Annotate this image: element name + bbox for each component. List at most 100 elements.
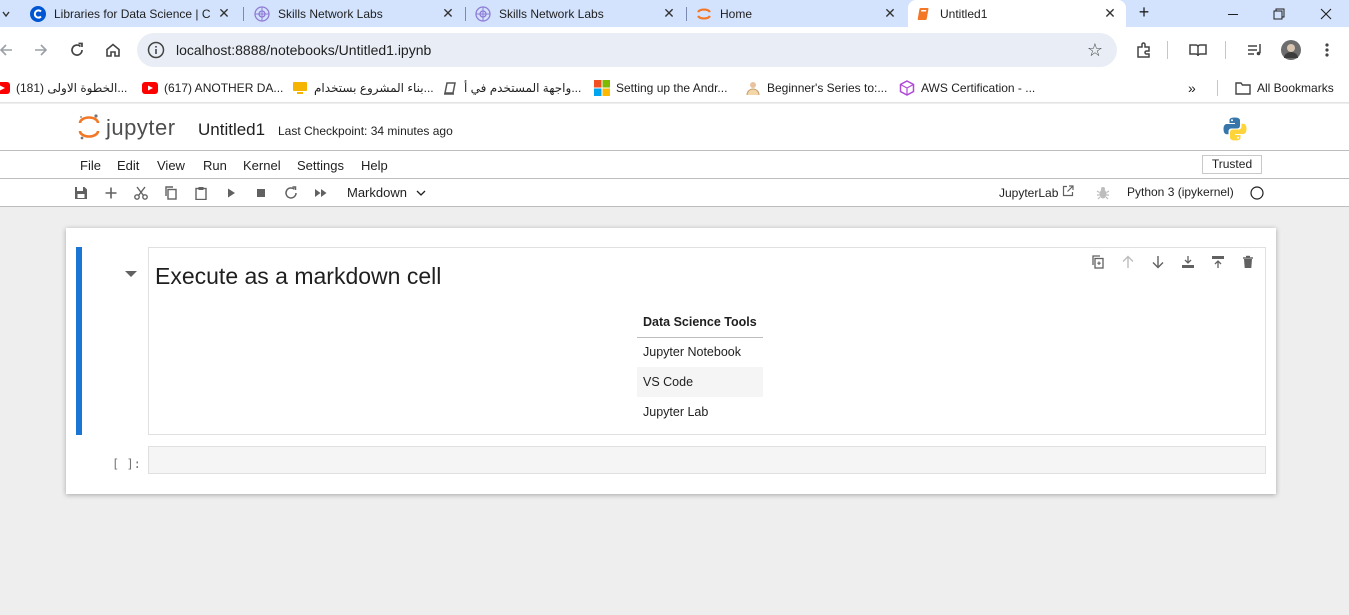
bookmark-item[interactable]: بناء المشروع بستخدام... [292,79,434,97]
bookmark-item[interactable]: Setting up the Andr... [594,79,727,97]
tab-close-icon[interactable]: ✕ [880,5,900,22]
tab-title: Skills Network Labs [499,6,604,21]
tab-close-icon[interactable]: ✕ [659,5,679,22]
table-header: Data Science Tools [637,308,763,338]
menu-settings[interactable]: Settings [297,158,344,173]
toolbar-divider [1225,41,1226,59]
last-checkpoint: Last Checkpoint: 34 minutes ago [278,124,453,138]
tab-search-chevron-icon[interactable] [0,0,12,27]
move-down-icon[interactable] [1149,254,1167,270]
table-row: Jupyter Notebook [637,337,763,367]
menu-kernel[interactable]: Kernel [243,158,281,173]
restore-icon[interactable] [1256,0,1302,27]
bookmark-item[interactable]: AWS Certification - ... [899,79,1035,97]
bookmark-item[interactable]: (181) الخطوة الاولى... [0,79,127,97]
active-cell-indicator[interactable] [76,247,82,435]
trusted-indicator[interactable]: Trusted [1202,155,1262,174]
browser-tab-4[interactable]: Home ✕ [688,0,906,27]
bookmark-item[interactable]: (617) ANOTHER DA... [142,79,283,97]
bookmark-label: Beginner's Series to:... [767,81,888,95]
bookmark-star-icon[interactable]: ☆ [1087,40,1103,61]
bookmark-item[interactable]: Beginner's Series to:... [745,79,887,97]
jupyter-page: jupyter Untitled1 Last Checkpoint: 34 mi… [0,104,1349,615]
microsoft-icon [594,80,610,96]
jupyter-logo[interactable]: jupyter [78,113,176,142]
reload-icon[interactable] [65,38,89,62]
all-bookmarks-label: All Bookmarks [1257,81,1334,95]
skills-network-icon [254,5,270,22]
tab-divider [465,7,466,21]
move-up-icon[interactable] [1119,254,1137,270]
bookmark-label: AWS Certification - ... [921,81,1036,95]
insert-above-icon[interactable] [1209,254,1227,270]
delete-cell-icon[interactable] [1239,254,1257,270]
tab-title: Untitled1 [940,6,988,21]
menu-file[interactable]: File [80,158,101,173]
home-icon[interactable] [101,38,125,62]
menu-view[interactable]: View [157,158,185,173]
profile-avatar-icon[interactable] [1279,38,1303,62]
jupyter-menubar: File Edit View Run Kernel Settings Help … [0,150,1349,179]
copy-icon[interactable] [163,185,179,201]
menu-run[interactable]: Run [203,158,227,173]
jupyterlab-link[interactable]: JupyterLab [999,185,1074,200]
bookmark-icon [292,80,308,96]
more-bookmarks-chevron-icon[interactable]: » [1188,79,1196,97]
menu-edit[interactable]: Edit [117,158,139,173]
browser-tab-5-active[interactable]: Untitled1 ✕ [908,0,1126,27]
youtube-icon [142,80,158,96]
jupyter-icon [696,6,712,22]
extensions-icon[interactable] [1132,38,1156,62]
site-info-icon[interactable] [147,41,165,59]
new-tab-icon[interactable]: + [1134,0,1154,27]
browser-tab-1[interactable]: Libraries for Data Science | C ✕ [22,0,240,27]
cut-icon[interactable] [133,185,149,201]
table-cell: Jupyter Lab [643,405,709,419]
minimize-icon[interactable] [1210,0,1256,27]
cell-type-dropdown[interactable]: Markdown [347,185,426,200]
paste-icon[interactable] [193,185,209,201]
address-bar[interactable]: localhost:8888/notebooks/Untitled1.ipynb… [137,33,1117,67]
menu-help[interactable]: Help [361,158,388,173]
tab-close-icon[interactable]: ✕ [1100,5,1120,22]
kernel-name[interactable]: Python 3 (ipykernel) [1127,185,1234,199]
run-icon[interactable] [223,185,239,201]
restart-icon[interactable] [283,185,299,201]
notebook-title[interactable]: Untitled1 [198,120,265,140]
tab-close-icon[interactable]: ✕ [214,5,234,22]
bookmark-label: Setting up the Andr... [616,81,728,95]
window-close-icon[interactable] [1303,0,1349,27]
back-icon[interactable] [0,38,18,62]
data-science-tools-table: Data Science Tools Jupyter Notebook VS C… [637,308,763,427]
reading-list-icon[interactable] [1186,38,1210,62]
url-text[interactable]: localhost:8888/notebooks/Untitled1.ipynb [176,42,431,58]
notebook-icon [916,6,932,22]
forward-icon[interactable] [29,38,53,62]
more-menu-icon[interactable] [1315,38,1339,62]
table-row: Jupyter Lab [637,397,763,427]
external-link-icon [1062,185,1074,200]
stop-icon[interactable] [253,185,269,201]
notebook-panel: Execute as a markdown cell Data Science … [66,228,1276,494]
aws-icon [899,80,915,96]
tab-title: Skills Network Labs [278,6,383,21]
markdown-cell[interactable]: Execute as a markdown cell Data Science … [148,247,1266,435]
browser-toolbar: localhost:8888/notebooks/Untitled1.ipynb… [0,27,1349,73]
all-bookmarks-item[interactable]: All Bookmarks [1235,79,1334,97]
youtube-icon [0,80,10,96]
media-control-icon[interactable] [1243,38,1267,62]
fast-forward-icon[interactable] [313,185,329,201]
debugger-bug-icon[interactable] [1095,185,1111,201]
browser-tab-3[interactable]: Skills Network Labs ✕ [467,0,685,27]
duplicate-cell-icon[interactable] [1089,254,1107,270]
collapse-heading-icon[interactable] [125,271,137,277]
code-cell-input[interactable] [148,446,1266,474]
add-cell-icon[interactable] [103,185,119,201]
bookmark-item[interactable]: واجهة المستخدم في أ... [442,79,581,97]
insert-below-icon[interactable] [1179,254,1197,270]
save-icon[interactable] [73,185,89,201]
tab-close-icon[interactable]: ✕ [438,5,458,22]
browser-tab-2[interactable]: Skills Network Labs ✕ [246,0,464,27]
markdown-heading: Execute as a markdown cell [155,263,442,289]
bookmark-icon [745,80,761,96]
